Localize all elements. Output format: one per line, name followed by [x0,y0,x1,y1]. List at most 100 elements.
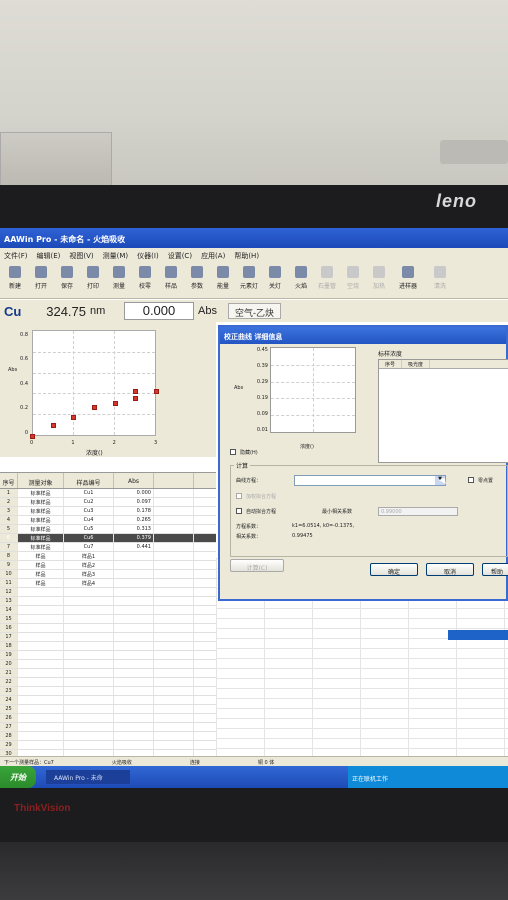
row-cell [154,696,194,704]
menu-item-0[interactable]: 文件(F) [4,252,28,260]
table-row[interactable]: 14 [0,606,216,615]
toolbar-button-5[interactable]: 校零 [132,266,158,295]
header-object[interactable]: 测量对象 [18,473,64,488]
auto-fit-checkbox[interactable] [236,508,242,514]
menu-bar: 文件(F) 编辑(E) 视图(V) 测量(M) 仪器(I) 设置(C) 应用(A) 帮助(H) [0,248,508,263]
hide-checkbox[interactable] [230,449,236,455]
header-num[interactable]: 序号 [0,473,18,488]
toolbar-button-12[interactable]: 石墨管 [314,266,340,295]
toolbar-button-4[interactable]: 测量 [106,266,132,295]
menu-item-7[interactable]: 帮助(H) [234,252,259,260]
toolbar-button-2[interactable]: 保存 [54,266,80,295]
table-row[interactable]: 5 标准样品 Cu5 0.313 [0,525,216,534]
ok-button[interactable]: 确定 [370,563,418,576]
toolbar-button-9[interactable]: 元素灯 [236,266,262,295]
calc-label: 计算 [234,461,251,470]
table-row[interactable]: 2 标准样品 Cu2 0.097 [0,498,216,507]
row-num: 25 [0,705,18,713]
table-row[interactable]: 26 [0,714,216,723]
table-row[interactable]: 4 标准样品 Cu4 0.265 [0,516,216,525]
table-row[interactable]: 28 [0,732,216,741]
calc-button[interactable]: 计算(C) [230,559,284,572]
header-abs[interactable]: Abs [114,473,154,488]
min-r-input[interactable]: 0.99000 [378,507,458,516]
table-row[interactable]: 23 [0,687,216,696]
table-row[interactable]: 3 标准样品 Cu3 0.178 [0,507,216,516]
zero-checkbox[interactable] [468,477,474,483]
menu-item-5[interactable]: 设置(C) [168,252,192,260]
toolbar-button-13[interactable]: 空烧 [340,266,366,295]
table-row[interactable]: 25 [0,705,216,714]
toolbar-button-6[interactable]: 样品 [158,266,184,295]
toolbar-button-16[interactable]: 清洗 [424,266,456,295]
taskbar-app-button[interactable]: AAWin Pro - 未命 [46,770,130,784]
table-row[interactable]: 1 标准样品 Cu1 0.000 [0,489,216,498]
chart-xlabel: 浓度() [86,450,103,457]
toolbar-button-3[interactable]: 打印 [80,266,106,295]
chart-point [71,414,77,420]
row-cell [154,615,194,623]
row-cell [114,669,154,677]
row-cell [154,588,194,596]
row-extra [154,561,194,569]
table-row[interactable]: 9 样品 样品2 [0,561,216,570]
status-next-sample: 下一个测量样品：Cu7 [4,760,54,766]
toolbar-button-15[interactable]: 进样器 [392,266,424,295]
cancel-button[interactable]: 取消 [426,563,474,576]
table-row[interactable]: 24 [0,696,216,705]
row-cell [154,714,194,722]
table-row[interactable]: 18 [0,642,216,651]
menu-item-3[interactable]: 测量(M) [103,252,129,260]
table-header: 序号 测量对象 样品编号 Abs [0,473,216,489]
table-row[interactable]: 22 [0,678,216,687]
toolbar-button-11[interactable]: 火焰 [288,266,314,295]
chart-y-tick: 0.6 [20,356,28,363]
toolbar-3-label: 打印 [86,283,99,290]
element-label: Cu [4,303,22,319]
toolbar-1-label: 打开 [34,283,47,290]
row-cell [18,741,64,749]
toolbar-14-label: 加热 [372,283,385,290]
toolbar-button-10[interactable]: 关灯 [262,266,288,295]
table-row[interactable]: 27 [0,723,216,732]
start-button[interactable]: 开始 [0,766,36,788]
table-row[interactable]: 15 [0,615,216,624]
row-object: 样品 [18,561,64,569]
toolbar-button-8[interactable]: 能量 [210,266,236,295]
table-row[interactable]: 17 [0,633,216,642]
row-cell [18,678,64,686]
menu-item-2[interactable]: 视图(V) [69,252,93,260]
table-row[interactable]: 29 [0,741,216,750]
measurement-table: 序号 测量对象 样品编号 Abs 1 标准样品 Cu1 0.000 2 标准样品 Cu2 0.… [0,472,216,759]
table-row[interactable]: 13 [0,597,216,606]
row-sample-id: Cu5 [64,525,114,533]
toolbar-button-0[interactable]: 新建 [2,266,28,295]
dialog-chart [270,347,356,433]
table-row[interactable]: 21 [0,669,216,678]
toolbar-button-14[interactable]: 加热 [366,266,392,295]
table-row[interactable]: 20 [0,660,216,669]
menu-item-6[interactable]: 应用(A) [201,252,225,260]
table-row[interactable]: 8 样品 样品1 [0,552,216,561]
weighted-checkbox[interactable] [236,493,242,499]
table-row[interactable]: 19 [0,651,216,660]
curve-equation-select[interactable]: ▼ [294,475,446,486]
table-row[interactable]: 6 标准样品 Cu6 0.379 [0,534,216,543]
std-table[interactable]: 序号 吸光度 [378,359,508,463]
help-button[interactable]: 帮助 [482,563,508,576]
toolbar-11-icon [295,266,307,278]
table-row[interactable]: 11 样品 样品4 [0,579,216,588]
table-row[interactable]: 16 [0,624,216,633]
table-row[interactable]: 7 标准样品 Cu7 0.441 [0,543,216,552]
row-object: 标准样品 [18,534,64,542]
toolbar-button-7[interactable]: 参数 [184,266,210,295]
menu-item-4[interactable]: 仪器(I) [137,252,159,260]
toolbar-16-icon [434,266,446,278]
toolbar-button-1[interactable]: 打开 [28,266,54,295]
table-row[interactable]: 12 [0,588,216,597]
menu-item-1[interactable]: 编辑(E) [37,252,61,260]
header-sample-id[interactable]: 样品编号 [64,473,114,488]
weighted-label: 加权拟合方程 [246,494,277,500]
row-num: 24 [0,696,18,704]
table-row[interactable]: 10 样品 样品3 [0,570,216,579]
